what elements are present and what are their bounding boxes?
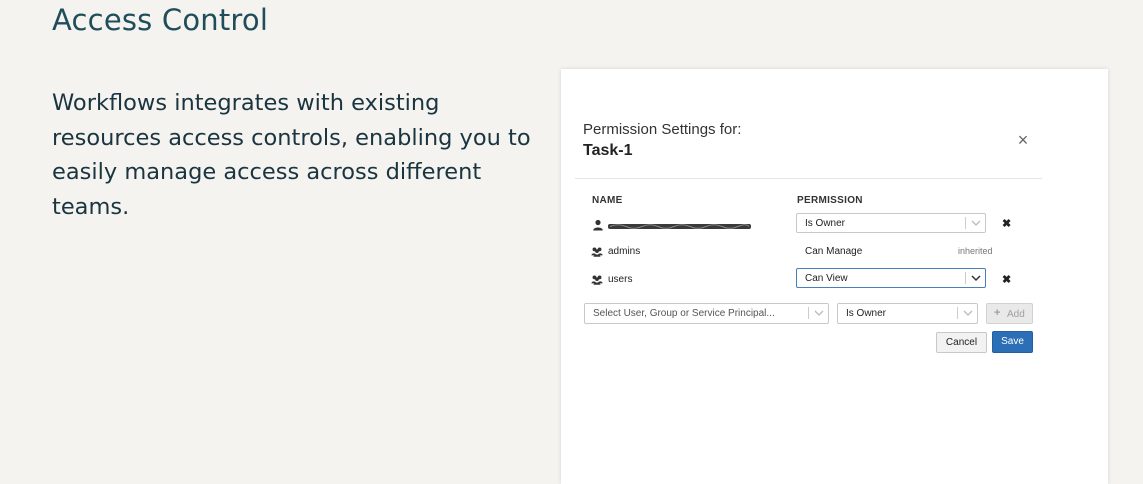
group-icon bbox=[591, 247, 603, 257]
user-icon bbox=[593, 219, 603, 231]
remove-row-3-button[interactable]: ✖ bbox=[1002, 273, 1011, 286]
inherited-label: inherited bbox=[958, 246, 993, 256]
new-permission-select[interactable]: Is Owner bbox=[837, 303, 978, 324]
add-button[interactable]: + Add bbox=[986, 303, 1033, 324]
redacted-user-name bbox=[608, 224, 751, 229]
permission-select-row-1[interactable]: Is Owner bbox=[796, 213, 986, 233]
remove-row-1-button[interactable]: ✖ bbox=[1002, 217, 1011, 230]
column-header-name: NAME bbox=[592, 195, 623, 206]
dialog-header-label: Permission Settings for: bbox=[583, 121, 742, 138]
dialog-task-name: Task-1 bbox=[583, 142, 633, 159]
header-divider bbox=[575, 178, 1042, 179]
row-2-name: admins bbox=[608, 246, 641, 257]
permission-select-row-3[interactable]: Can View bbox=[796, 268, 986, 288]
row-2-permission: Can Manage bbox=[805, 246, 863, 257]
chevron-down-icon bbox=[963, 310, 973, 316]
permission-settings-dialog: Permission Settings for: Task-1 × NAME P… bbox=[561, 69, 1108, 484]
slide-title: Access Control bbox=[52, 3, 269, 37]
chevron-down-icon bbox=[971, 220, 981, 226]
row-3-name: users bbox=[608, 274, 633, 285]
principal-select[interactable]: Select User, Group or Service Principal.… bbox=[584, 303, 829, 324]
chevron-down-icon bbox=[814, 310, 824, 316]
slide-description: Workflows integrates with existing resou… bbox=[52, 90, 531, 220]
chevron-down-icon bbox=[971, 275, 981, 282]
save-button[interactable]: Save bbox=[992, 331, 1033, 353]
group-icon bbox=[591, 275, 603, 285]
close-icon[interactable]: × bbox=[1015, 131, 1031, 149]
plus-icon: + bbox=[994, 307, 1001, 319]
cancel-button[interactable]: Cancel bbox=[936, 332, 987, 353]
column-header-permission: PERMISSION bbox=[797, 195, 863, 206]
